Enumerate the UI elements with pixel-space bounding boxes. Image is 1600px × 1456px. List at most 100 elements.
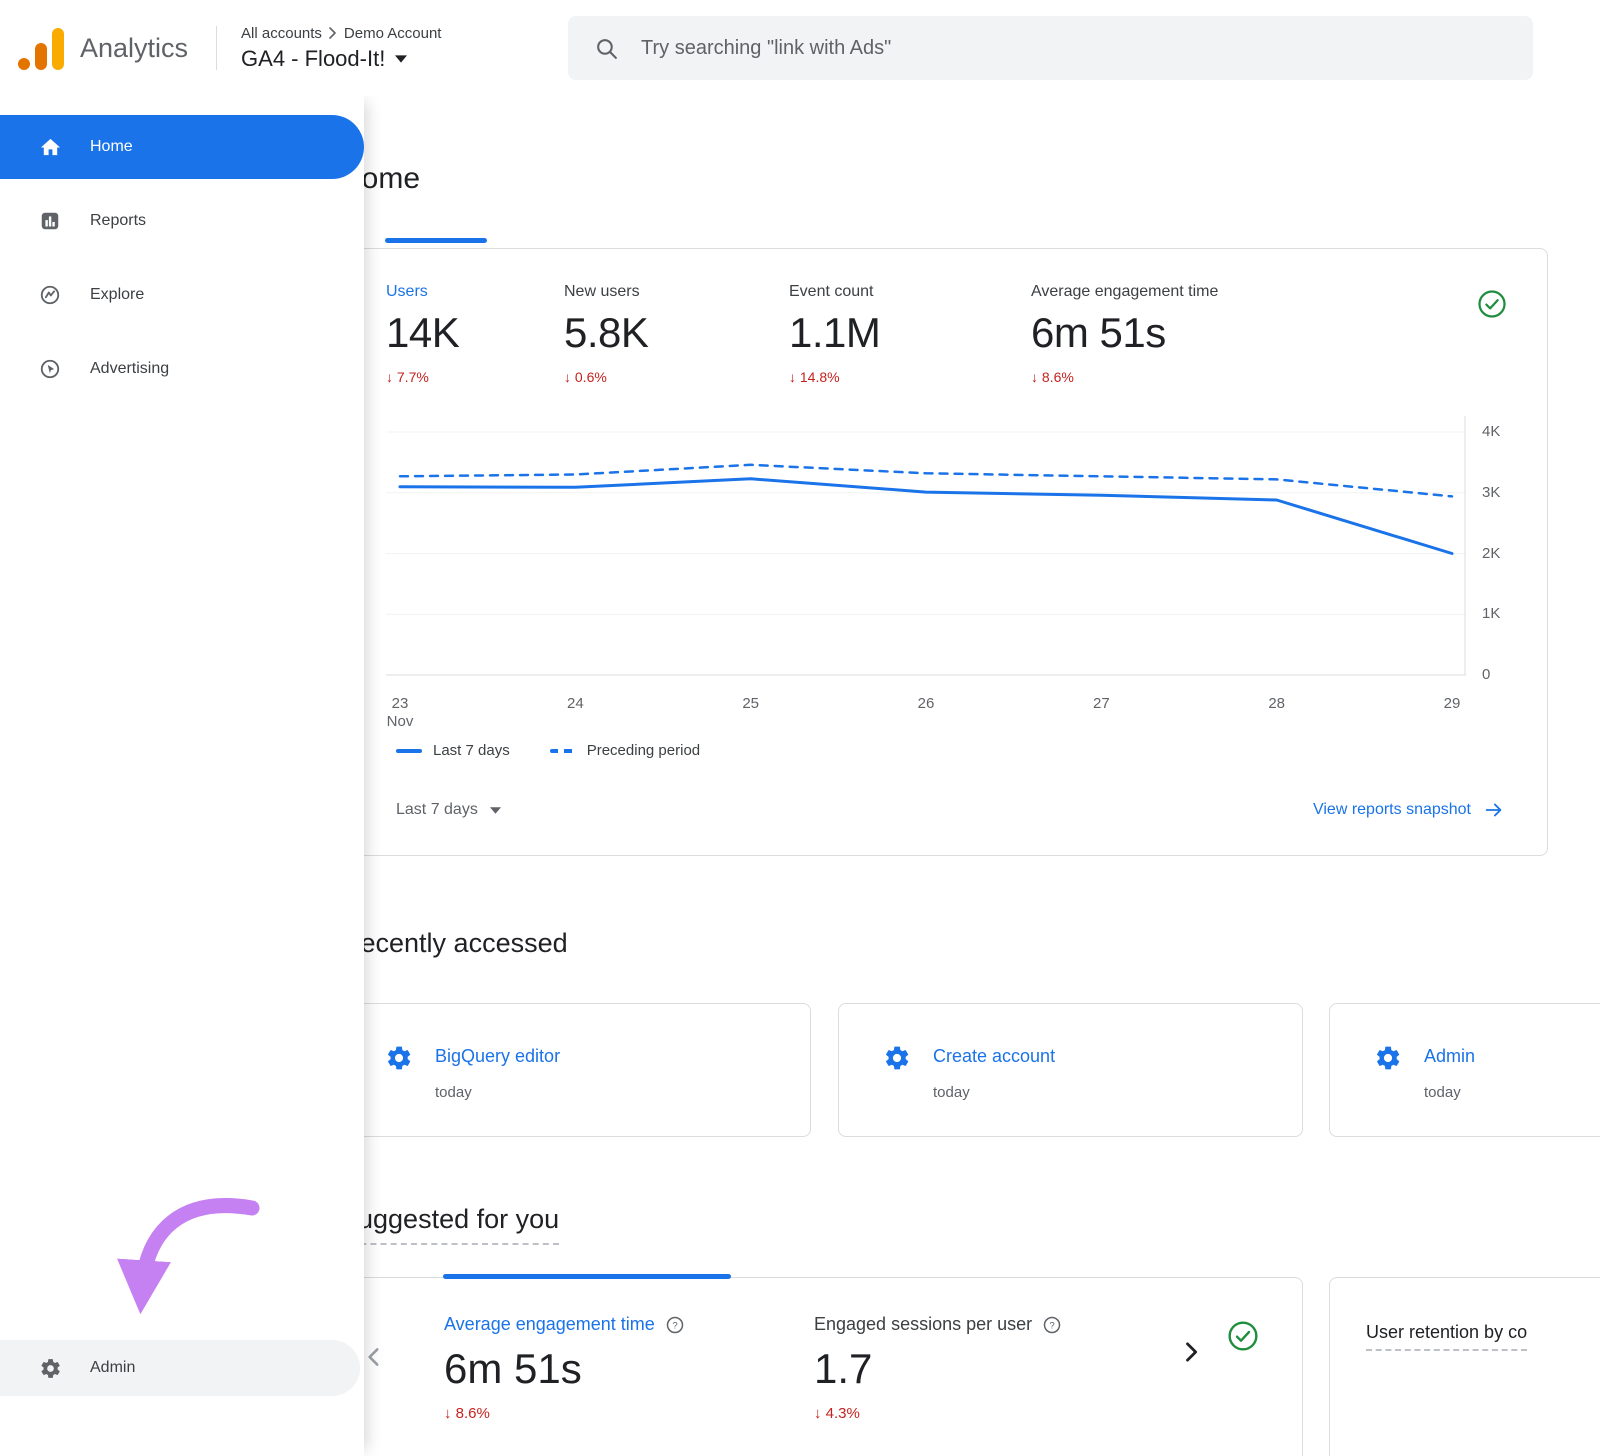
- chevron-down-icon: [395, 55, 407, 63]
- metric-value: 5.8K: [564, 309, 648, 357]
- shortcut-card-admin[interactable]: Admin today: [1329, 1003, 1600, 1137]
- sidebar-item-explore[interactable]: Explore: [0, 263, 364, 327]
- suggested-metric-value: 1.7: [814, 1345, 1062, 1393]
- sidebar-item-reports[interactable]: Reports: [0, 189, 364, 253]
- metric-label: Event count: [789, 283, 880, 301]
- carousel-position-indicator: [385, 238, 487, 243]
- analytics-logo[interactable]: Analytics: [0, 26, 188, 70]
- link-label: View reports snapshot: [1313, 801, 1471, 819]
- suggested-metric-delta: ↓ 4.3%: [814, 1405, 1062, 1422]
- metric-delta: ↓ 0.6%: [564, 369, 648, 385]
- sidebar-item-label: Home: [90, 138, 133, 156]
- data-quality-check-icon[interactable]: [1477, 289, 1507, 324]
- metric-tab-users[interactable]: Users 14K ↓ 7.7%: [386, 283, 459, 385]
- y-axis-tick-label: 3K: [1482, 484, 1538, 501]
- chevron-down-icon: [490, 807, 501, 814]
- y-axis-tick-label: 4K: [1482, 423, 1538, 440]
- search-icon: [594, 36, 619, 61]
- recently-accessed-title: Recently accessed: [341, 928, 568, 959]
- account-property-block: All accounts Demo Account GA4 - Flood-It…: [241, 25, 441, 72]
- top-app-bar: Analytics All accounts Demo Account GA4 …: [0, 0, 1600, 96]
- sidebar-item-home[interactable]: Home: [0, 115, 364, 179]
- sidebar-item-label: Reports: [90, 212, 146, 230]
- legend-item-current: Last 7 days: [396, 742, 510, 759]
- metric-tab-new-users[interactable]: New users 5.8K ↓ 0.6%: [564, 283, 648, 385]
- gear-icon: [1374, 1044, 1402, 1077]
- x-axis-tick-label: 25: [742, 695, 759, 713]
- shortcut-time: today: [1424, 1084, 1461, 1101]
- analytics-logo-icon: [18, 26, 64, 70]
- shortcut-time: today: [435, 1084, 472, 1101]
- bar-chart-icon: [38, 209, 62, 233]
- solid-line-swatch: [396, 749, 422, 753]
- gear-icon: [385, 1044, 413, 1077]
- breadcrumb-account[interactable]: Demo Account: [344, 25, 442, 42]
- retention-card-title: User retention by co: [1366, 1322, 1527, 1351]
- carousel-position-indicator: [443, 1274, 731, 1279]
- suggested-metric-value: 6m 51s: [444, 1345, 685, 1393]
- arrow-right-icon: [1483, 799, 1505, 821]
- shortcut-title: BigQuery editor: [435, 1046, 560, 1067]
- dashed-line-swatch: [550, 749, 576, 753]
- property-name: GA4 - Flood-It!: [241, 46, 385, 72]
- shortcut-card-create-account[interactable]: Create account today: [838, 1003, 1303, 1137]
- header-divider: [216, 26, 217, 70]
- breadcrumb-all-accounts[interactable]: All accounts: [241, 25, 322, 42]
- date-range-selector[interactable]: Last 7 days: [396, 801, 501, 819]
- left-navigation-sidebar: Home Reports Explore Advertising Admin: [0, 96, 364, 1456]
- sidebar-item-label: Advertising: [90, 360, 169, 378]
- suggested-metric-engaged-sessions-per-user[interactable]: Engaged sessions per user ? 1.7 ↓ 4.3%: [814, 1314, 1062, 1422]
- shortcut-title: Admin: [1424, 1046, 1475, 1067]
- breadcrumb: All accounts Demo Account: [241, 25, 441, 42]
- chart-plot[interactable]: [386, 399, 1466, 709]
- shortcut-time: today: [933, 1084, 970, 1101]
- metric-label: New users: [564, 283, 648, 301]
- suggested-for-you-title: Suggested for you: [340, 1204, 559, 1245]
- property-selector[interactable]: GA4 - Flood-It!: [241, 46, 441, 72]
- suggested-metrics-card: Average engagement time ? 6m 51s ↓ 8.6% …: [340, 1277, 1303, 1456]
- svg-text:?: ?: [1049, 1320, 1054, 1331]
- search-input[interactable]: [641, 37, 1507, 60]
- sidebar-item-label: Explore: [90, 286, 144, 304]
- data-quality-check-icon[interactable]: [1227, 1320, 1259, 1357]
- chart-legend: Last 7 days Preceding period: [396, 742, 700, 759]
- reports-snapshot-card: Users 14K ↓ 7.7% New users 5.8K ↓ 0.6% E…: [340, 248, 1548, 856]
- user-retention-card[interactable]: User retention by co: [1329, 1277, 1600, 1456]
- snapshot-card-footer: Last 7 days View reports snapshot: [396, 799, 1505, 821]
- search-bar[interactable]: [568, 16, 1533, 80]
- advertising-icon: [38, 357, 62, 381]
- shortcut-card-bigquery-editor[interactable]: BigQuery editor today: [340, 1003, 811, 1137]
- suggested-metric-delta: ↓ 8.6%: [444, 1405, 685, 1422]
- sidebar-item-advertising[interactable]: Advertising: [0, 337, 364, 401]
- metric-label: Average engagement time: [1031, 283, 1218, 301]
- metric-tab-avg-engagement-time[interactable]: Average engagement time 6m 51s ↓ 8.6%: [1031, 283, 1218, 385]
- users-trend-chart[interactable]: 01K2K3K4K 23Nov242526272829: [386, 399, 1546, 749]
- legend-label: Last 7 days: [433, 742, 510, 759]
- suggested-metric-label: Average engagement time: [444, 1314, 655, 1335]
- legend-label: Preceding period: [587, 742, 700, 759]
- sidebar-item-admin[interactable]: Admin: [0, 1340, 360, 1396]
- x-axis-tick-label: 27: [1093, 695, 1110, 713]
- help-icon[interactable]: ?: [1042, 1315, 1062, 1335]
- suggested-metric-avg-engagement-time[interactable]: Average engagement time ? 6m 51s ↓ 8.6%: [444, 1314, 685, 1422]
- metric-value: 1.1M: [789, 309, 880, 357]
- help-icon[interactable]: ?: [665, 1315, 685, 1335]
- ga4-home-screen: Home Users 14K ↓ 7.7% New users 5.8K ↓ 0…: [0, 0, 1600, 1456]
- x-axis-tick-label: 23Nov: [387, 695, 414, 731]
- chevron-left-icon[interactable]: [361, 1344, 387, 1375]
- metric-value: 6m 51s: [1031, 309, 1218, 357]
- chevron-right-icon[interactable]: [1177, 1338, 1205, 1371]
- chevron-right-icon: [329, 27, 337, 39]
- x-axis-tick-label: 24: [567, 695, 584, 713]
- product-name: Analytics: [80, 33, 188, 64]
- gear-icon: [38, 1356, 62, 1380]
- y-axis-tick-label: 2K: [1482, 545, 1538, 562]
- metric-tab-event-count[interactable]: Event count 1.1M ↓ 14.8%: [789, 283, 880, 385]
- legend-item-preceding: Preceding period: [550, 742, 700, 759]
- explore-icon: [38, 283, 62, 307]
- gear-icon: [883, 1044, 911, 1077]
- x-axis-tick-label: 29: [1444, 695, 1461, 713]
- x-axis-tick-label: 28: [1268, 695, 1285, 713]
- metric-value: 14K: [386, 309, 459, 357]
- view-reports-snapshot-link[interactable]: View reports snapshot: [1313, 799, 1505, 821]
